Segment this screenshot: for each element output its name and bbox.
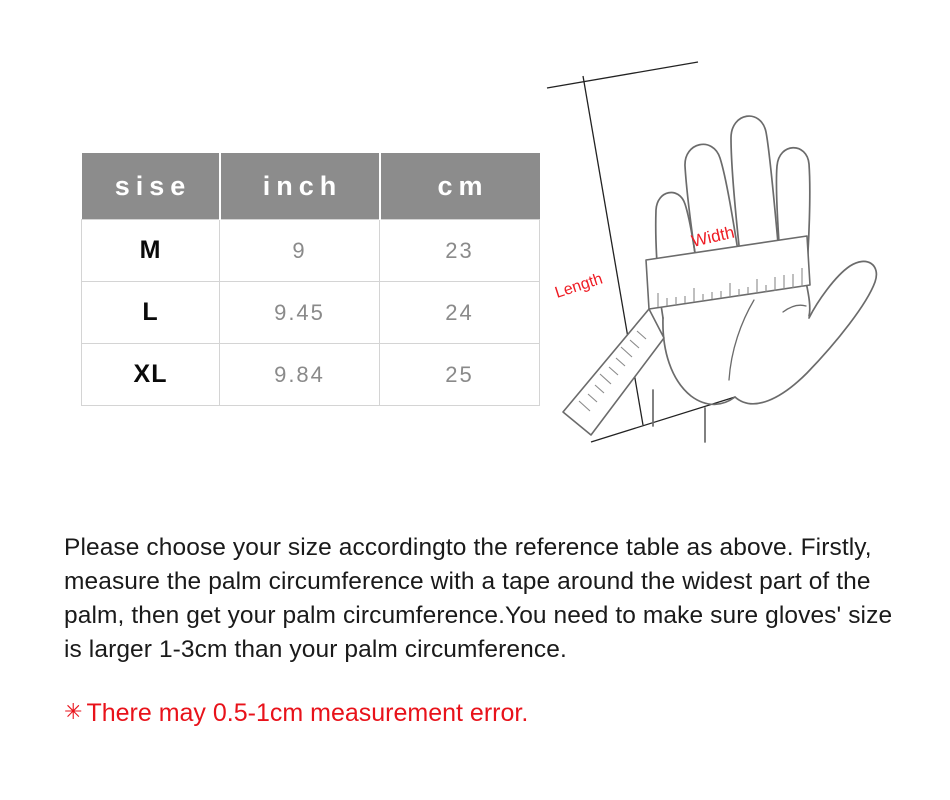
cell-inch: 9 xyxy=(219,219,380,282)
cell-size: L xyxy=(81,281,220,344)
table-header-row: sise inch cm xyxy=(81,153,540,220)
tape-measure-tail xyxy=(562,308,665,436)
column-header-inch: inch xyxy=(218,153,381,220)
table-header: sise inch cm xyxy=(81,153,540,220)
cell-inch: 9.84 xyxy=(219,343,380,406)
cell-cm: 24 xyxy=(379,281,540,344)
table-row: M 9 23 xyxy=(81,219,540,282)
column-header-size: sise xyxy=(81,153,221,220)
width-label-text: Width xyxy=(690,223,737,251)
cell-size: XL xyxy=(81,343,220,406)
table-body: M 9 23 L 9.45 24 XL 9.84 25 xyxy=(81,219,540,406)
tape-measure-band xyxy=(645,235,811,310)
cell-size: M xyxy=(81,219,220,282)
table-row: L 9.45 24 xyxy=(81,281,540,344)
cell-inch: 9.45 xyxy=(219,281,380,344)
table-row: XL 9.84 25 xyxy=(81,343,540,406)
hand-measurement-diagram: Length Width xyxy=(545,50,905,460)
measurement-error-note: ✳ There may 0.5-1cm measurement error. xyxy=(64,695,528,730)
cell-cm: 23 xyxy=(379,219,540,282)
size-chart-table: sise inch cm M 9 23 L 9.45 24 XL 9.84 25 xyxy=(81,153,540,406)
asterisk-icon: ✳ xyxy=(64,699,83,724)
column-header-cm: cm xyxy=(378,153,540,220)
instruction-paragraph: Please choose your size accordingto the … xyxy=(64,533,893,663)
length-label-text: Length xyxy=(553,271,605,302)
cell-cm: 25 xyxy=(379,343,540,406)
note-text: There may 0.5-1cm measurement error. xyxy=(86,699,529,727)
